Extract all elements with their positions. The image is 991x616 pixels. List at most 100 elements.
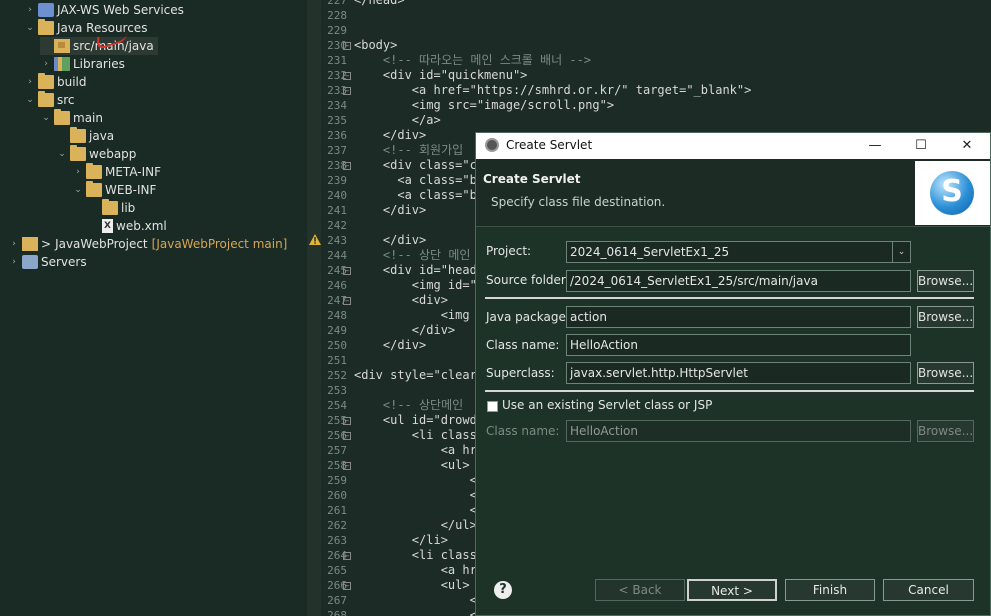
tree-item-web-inf[interactable]: ⌄ WEB-INF: [72, 181, 156, 199]
create-servlet-dialog: Create Servlet — ☐ ✕ Create Servlet Spec…: [475, 132, 991, 616]
fold-toggle-icon[interactable]: −: [343, 87, 351, 95]
fold-toggle-icon[interactable]: −: [343, 552, 351, 560]
code-line: </head>: [354, 0, 405, 7]
back-button: < Back: [595, 579, 685, 601]
tree-item-java[interactable]: java: [56, 127, 114, 145]
superclass-field[interactable]: javax.servlet.http.HttpServlet: [566, 362, 911, 384]
chevron-down-icon[interactable]: ⌄: [892, 242, 910, 262]
browse-source-folder-button[interactable]: Browse...: [917, 270, 974, 292]
finish-button[interactable]: Finish: [785, 579, 875, 601]
line-number: 253: [327, 384, 347, 397]
java-resources-icon: [38, 19, 54, 35]
code-line: <!-- 회원가입: [354, 143, 464, 157]
tree-item-servers[interactable]: › Servers: [8, 253, 87, 271]
line-number: 229: [327, 24, 347, 37]
line-number: 240: [327, 189, 347, 202]
tree-item-build[interactable]: › build: [24, 73, 87, 91]
collapse-arrow-icon[interactable]: ⌄: [56, 145, 68, 163]
tree-item-jaxws[interactable]: › JAX-WS Web Services: [24, 1, 184, 19]
code-line: </div>: [354, 233, 427, 247]
wizard-title: Create Servlet: [483, 172, 581, 186]
view-splitter[interactable]: [307, 0, 321, 616]
tree-item-meta-inf[interactable]: › META-INF: [72, 163, 161, 181]
minimize-icon[interactable]: —: [852, 133, 898, 159]
tree-item-main[interactable]: ⌄ main: [40, 109, 103, 127]
warning-icon[interactable]: [309, 234, 321, 245]
fold-toggle-icon[interactable]: −: [343, 462, 351, 470]
browse-superclass-button[interactable]: Browse...: [917, 362, 974, 384]
expand-arrow-icon[interactable]: ›: [8, 253, 20, 271]
code-line: <: [354, 473, 477, 487]
collapse-arrow-icon[interactable]: ⌄: [24, 91, 36, 109]
expand-arrow-icon[interactable]: ›: [40, 55, 52, 73]
next-button[interactable]: Next >: [687, 579, 777, 601]
code-line: <: [354, 593, 477, 607]
code-line: </li>: [354, 533, 448, 547]
code-line: <ul>: [354, 578, 470, 592]
fold-toggle-icon[interactable]: −: [343, 297, 351, 305]
expand-arrow-icon[interactable]: ›: [24, 1, 36, 19]
code-line: <li class=: [354, 428, 485, 442]
fold-toggle-icon[interactable]: −: [343, 432, 351, 440]
project-combo[interactable]: 2024_0614_ServletEx1_25 ⌄: [566, 241, 911, 263]
maximize-icon[interactable]: ☐: [898, 133, 944, 159]
line-number: 239: [327, 174, 347, 187]
help-icon[interactable]: ?: [494, 581, 512, 599]
code-line: </div>: [354, 338, 427, 352]
tree-item-lib[interactable]: lib: [88, 199, 135, 217]
code-line: </a>: [354, 113, 441, 127]
close-icon[interactable]: ✕: [944, 133, 990, 159]
fold-toggle-icon[interactable]: −: [343, 417, 351, 425]
collapse-arrow-icon[interactable]: ⌄: [72, 181, 84, 199]
expand-arrow-icon[interactable]: ›: [8, 235, 20, 253]
use-existing-checkbox[interactable]: [487, 401, 498, 412]
line-number: 241: [327, 204, 347, 217]
fold-toggle-icon[interactable]: −: [343, 582, 351, 590]
java-package-field[interactable]: action: [566, 306, 911, 328]
use-existing-label[interactable]: Use an existing Servlet class or JSP: [502, 398, 712, 412]
line-number: 251: [327, 354, 347, 367]
code-line: </ul>: [354, 518, 477, 532]
tree-item-javawebproject[interactable]: › > JavaWebProject [JavaWebProject main]: [8, 235, 287, 253]
existing-class-name-label: Class name:: [486, 424, 560, 438]
folder-icon: [38, 73, 54, 89]
code-line: <!-- 따라오는 메인 스크롤 배너 -->: [354, 53, 592, 67]
browse-package-button[interactable]: Browse...: [917, 306, 974, 328]
project-explorer: › JAX-WS Web Services ⌄ Java Resources s…: [0, 0, 307, 616]
line-number: 268: [327, 609, 347, 616]
tree-item-java-resources[interactable]: ⌄ Java Resources: [24, 19, 147, 37]
collapse-arrow-icon[interactable]: ⌄: [24, 19, 36, 37]
collapse-arrow-icon[interactable]: ⌄: [40, 109, 52, 127]
class-name-field[interactable]: HelloAction: [566, 334, 911, 356]
code-line: <!-- 상단 메인: [354, 248, 471, 262]
cancel-button[interactable]: Cancel: [883, 579, 974, 601]
folder-icon: [86, 163, 102, 179]
line-number: 227: [327, 0, 347, 7]
browse-existing-class-button: Browse...: [917, 420, 974, 442]
dialog-title-bar[interactable]: Create Servlet — ☐ ✕: [476, 133, 990, 159]
tree-item-libraries[interactable]: › Libraries: [40, 55, 125, 73]
line-number: 259: [327, 474, 347, 487]
fold-toggle-icon[interactable]: −: [343, 42, 351, 50]
source-folder-field[interactable]: /2024_0614_ServletEx1_25/src/main/java: [566, 270, 911, 292]
code-line: <div id="quickmenu">: [354, 68, 528, 82]
line-number: 243: [327, 234, 347, 247]
code-line: </div>: [354, 128, 427, 142]
fold-toggle-icon[interactable]: −: [343, 162, 351, 170]
code-line: <img src="image/scroll.png">: [354, 98, 615, 112]
tree-item-webapp[interactable]: ⌄ webapp: [56, 145, 136, 163]
expand-arrow-icon[interactable]: ›: [24, 73, 36, 91]
tree-item-src[interactable]: ⌄ src: [24, 91, 75, 109]
folder-icon: [70, 127, 86, 143]
line-number: 236: [327, 129, 347, 142]
line-number: 250: [327, 339, 347, 352]
fold-toggle-icon[interactable]: −: [343, 267, 351, 275]
code-line: <!-- 상단메인: [354, 398, 464, 412]
separator: [485, 297, 974, 299]
existing-class-name-field: HelloAction: [566, 420, 911, 442]
tree-item-web-xml[interactable]: web.xml: [88, 217, 167, 235]
line-number: 265: [327, 564, 347, 577]
fold-toggle-icon[interactable]: −: [343, 72, 351, 80]
line-number: 228: [327, 9, 347, 22]
expand-arrow-icon[interactable]: ›: [72, 163, 84, 181]
